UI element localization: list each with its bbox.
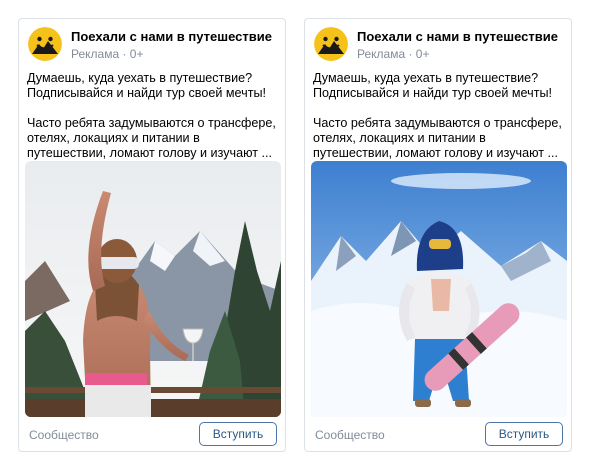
post-header: Поехали с нами в путешествие Реклама · 0… — [28, 27, 277, 61]
community-avatar[interactable] — [314, 27, 348, 61]
post-text-paragraph: Думаешь, куда уехать в путешествие? Подп… — [313, 71, 553, 100]
ad-card: Поехали с нами в путешествие Реклама · 0… — [304, 18, 572, 452]
post-footer: Сообщество Вступить — [27, 417, 277, 451]
community-label: Сообщество — [29, 428, 99, 442]
post-photo[interactable] — [311, 161, 567, 417]
post-text-paragraph: Часто ребята задумываются о трансфере, о… — [27, 116, 276, 160]
community-title[interactable]: Поехали с нами в путешествие — [357, 29, 558, 44]
ad-label: Реклама · 0+ — [71, 47, 144, 61]
ad-card: Поехали с нами в путешествие Реклама · 0… — [18, 18, 286, 452]
community-label: Сообщество — [315, 428, 385, 442]
ad-label: Реклама · 0+ — [357, 47, 430, 61]
post-photo[interactable] — [25, 161, 281, 417]
community-title[interactable]: Поехали с нами в путешествие — [71, 29, 272, 44]
post-text-paragraph: Часто ребята задумываются о трансфере, о… — [313, 116, 562, 160]
post-header: Поехали с нами в путешествие Реклама · 0… — [314, 27, 563, 61]
post-text: Думаешь, куда уехать в путешествие? Подп… — [313, 71, 567, 161]
community-avatar[interactable] — [28, 27, 62, 61]
post-text-paragraph: Думаешь, куда уехать в путешествие? Подп… — [27, 71, 267, 100]
post-footer: Сообщество Вступить — [313, 417, 563, 451]
join-button[interactable]: Вступить — [485, 422, 563, 446]
post-text: Думаешь, куда уехать в путешествие? Подп… — [27, 71, 281, 161]
join-button[interactable]: Вступить — [199, 422, 277, 446]
